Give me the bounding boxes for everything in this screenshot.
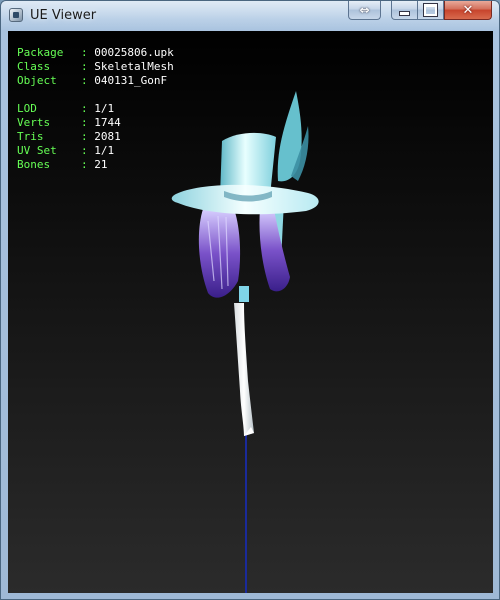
info-row-object: Object: 040131_GonF: [17, 74, 168, 87]
fullscreen-toggle-button[interactable]: ⇔: [348, 1, 381, 20]
ue-viewer-window: UE Viewer ⇔ ✕ Package: 00025806.upk Cla…: [0, 0, 500, 600]
minimize-icon: [399, 10, 410, 16]
minimize-button[interactable]: [391, 1, 418, 20]
hair-right: [259, 209, 290, 292]
double-arrow-icon: ⇔: [359, 3, 370, 17]
info-row-lod: LOD: 1/1: [17, 102, 115, 115]
app-icon[interactable]: [9, 8, 23, 22]
info-row-verts: Verts: 1744: [17, 116, 121, 129]
close-icon: ✕: [462, 2, 474, 18]
maximize-button[interactable]: [418, 1, 444, 20]
info-row-bones: Bones: 21: [17, 158, 108, 171]
mesh-info-overlay: Package: 00025806.upk Class: SkeletalMes…: [17, 46, 174, 172]
close-button[interactable]: ✕: [444, 1, 492, 20]
title-bar[interactable]: UE Viewer ⇔ ✕: [1, 1, 499, 31]
maximize-icon: [424, 4, 437, 16]
blade: [234, 303, 254, 436]
3d-viewport[interactable]: Package: 00025806.upk Class: SkeletalMes…: [8, 31, 493, 593]
info-row-uvset: UV Set: 1/1: [17, 144, 115, 157]
hilt: [239, 286, 249, 302]
info-row-class: Class: SkeletalMesh: [17, 60, 174, 73]
info-row-package: Package: 00025806.upk: [17, 46, 174, 59]
info-row-tris: Tris: 2081: [17, 130, 121, 143]
window-title: UE Viewer: [30, 8, 97, 23]
